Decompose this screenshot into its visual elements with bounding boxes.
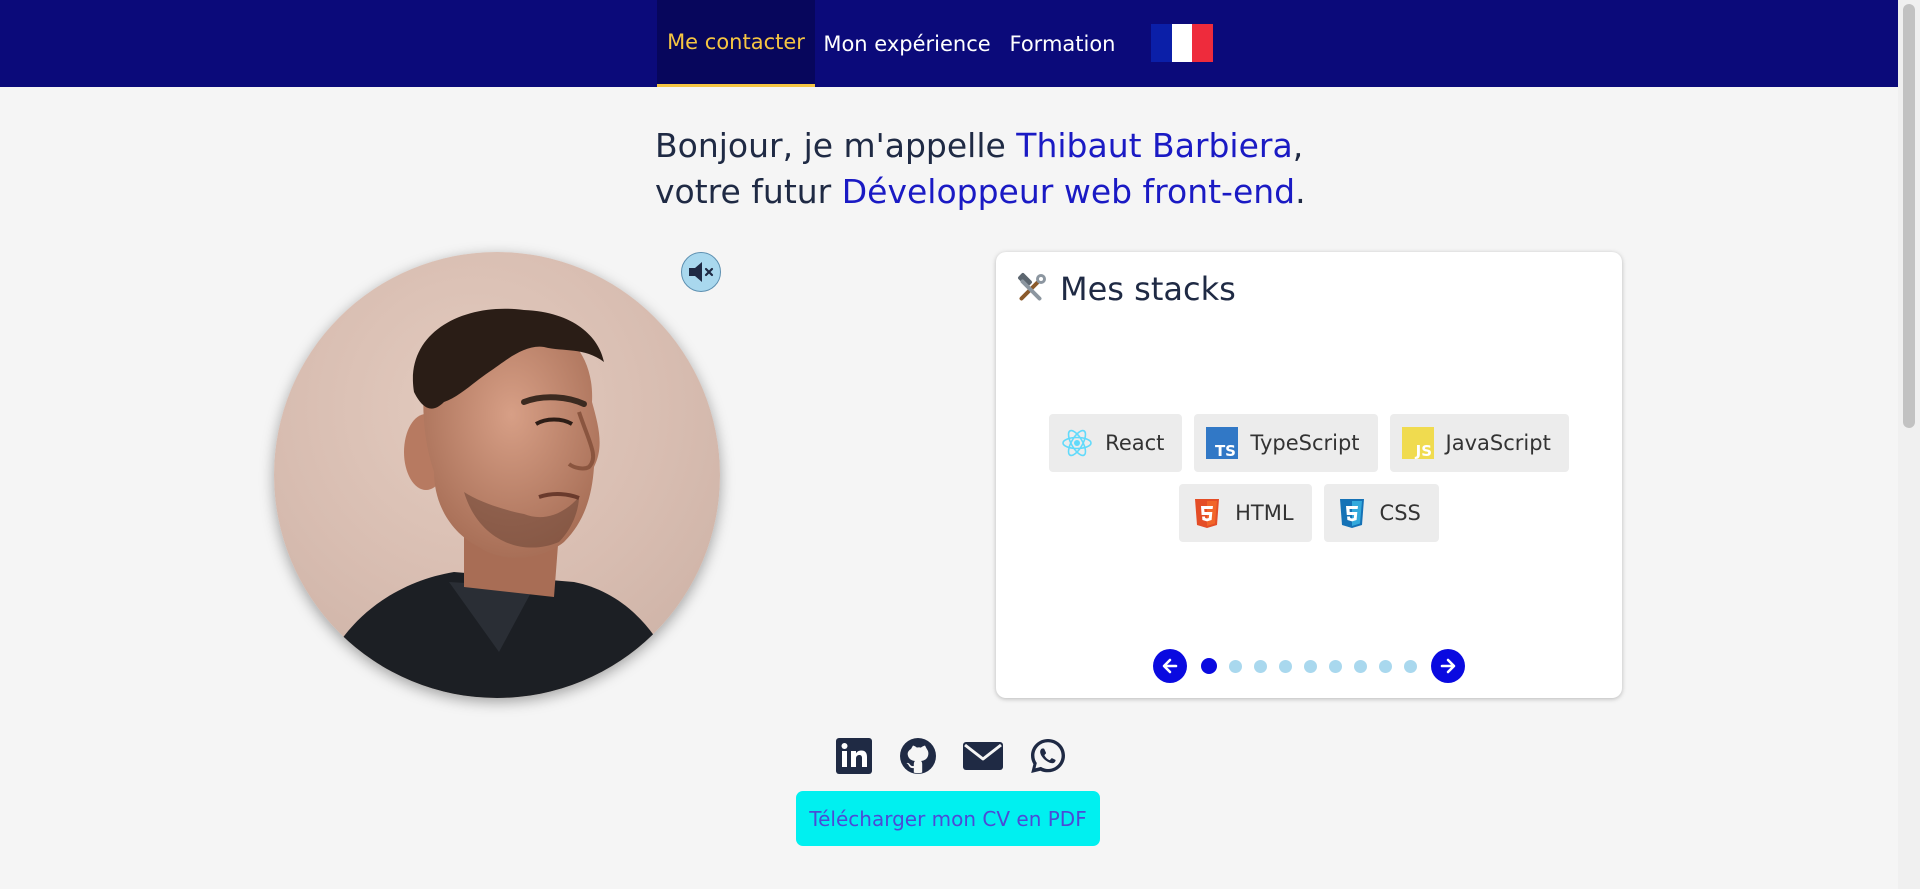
stack-chip-react: React — [1049, 414, 1183, 472]
hammer-wrench-icon — [1018, 273, 1046, 301]
vertical-scrollbar[interactable] — [1898, 0, 1920, 889]
stack-chip-label: TypeScript — [1250, 431, 1360, 455]
stack-chip-javascript: JS JavaScript — [1389, 414, 1569, 472]
carousel-dot[interactable] — [1304, 659, 1317, 673]
top-navbar: Me contacter Mon expérience Formation — [0, 0, 1898, 87]
scrollbar-thumb[interactable] — [1903, 4, 1915, 428]
carousel-dot[interactable] — [1254, 659, 1267, 673]
carousel-dot[interactable] — [1379, 659, 1392, 673]
stack-chip-html: HTML — [1179, 484, 1312, 542]
nav-item-label: Me contacter — [667, 30, 805, 54]
carousel-dot[interactable] — [1329, 659, 1342, 673]
stack-chip-label: React — [1105, 431, 1165, 455]
arrow-right-icon — [1440, 658, 1456, 674]
svg-text:JS: JS — [1414, 442, 1431, 459]
stacks-card-title: Mes stacks — [1014, 266, 1236, 312]
carousel-dot[interactable] — [1354, 659, 1367, 673]
carousel-dot[interactable] — [1229, 659, 1242, 673]
stack-chips: React TS TypeScript JS JavaScript HTML C… — [996, 414, 1622, 542]
carousel-pager — [996, 648, 1622, 684]
headline-period: . — [1295, 172, 1306, 211]
carousel-dots — [1195, 658, 1423, 674]
carousel-next-button[interactable] — [1431, 649, 1465, 683]
linkedin-icon[interactable] — [834, 736, 874, 776]
typescript-icon: TS — [1206, 427, 1239, 459]
headline-name: Thibaut Barbiera — [1016, 126, 1293, 165]
france-flag-icon[interactable] — [1151, 24, 1214, 62]
download-cv-button[interactable]: Télécharger mon CV en PDF — [796, 791, 1100, 846]
carousel-prev-button[interactable] — [1153, 649, 1187, 683]
mail-icon[interactable] — [962, 736, 1004, 776]
css3-icon — [1336, 497, 1368, 529]
arrow-left-icon — [1162, 658, 1178, 674]
github-icon[interactable] — [898, 736, 938, 776]
carousel-dot[interactable] — [1201, 658, 1217, 674]
speaker-muted-icon — [689, 262, 714, 282]
nav-item-label: Mon expérience — [823, 31, 991, 56]
stacks-title-text: Mes stacks — [1060, 270, 1236, 308]
nav-item-label: Formation — [1009, 31, 1116, 56]
nav-item-formation[interactable]: Formation — [1005, 0, 1120, 87]
headline-role: Développeur web front-end — [841, 172, 1296, 211]
stack-chip-label: CSS — [1379, 501, 1421, 525]
stack-chip-label: HTML — [1235, 501, 1294, 525]
svg-text:TS: TS — [1215, 442, 1236, 459]
html5-icon — [1191, 497, 1223, 529]
social-links — [834, 736, 1068, 776]
javascript-icon: JS — [1401, 427, 1434, 459]
nav-item-experience[interactable]: Mon expérience — [818, 0, 996, 87]
mute-audio-button[interactable] — [681, 252, 721, 292]
stack-chip-css: CSS — [1323, 484, 1439, 542]
whatsapp-icon[interactable] — [1028, 736, 1068, 776]
stack-chip-label: JavaScript — [1445, 431, 1551, 455]
headline-role-prefix: votre futur — [655, 172, 842, 211]
profile-photo — [274, 252, 720, 698]
stacks-card: Mes stacks React TS TypeScript JS JavaSc… — [996, 252, 1622, 698]
stack-chip-typescript: TS TypeScript — [1194, 414, 1378, 472]
carousel-dot[interactable] — [1404, 659, 1417, 673]
nav-item-contact[interactable]: Me contacter — [657, 0, 815, 87]
intro-headline: Bonjour, je m'appelle Thibaut Barbiera, … — [655, 123, 1306, 215]
react-icon — [1061, 427, 1093, 459]
carousel-dot[interactable] — [1279, 659, 1292, 673]
headline-greeting: Bonjour, je m'appelle — [655, 126, 1017, 165]
headline-comma: , — [1292, 126, 1304, 165]
